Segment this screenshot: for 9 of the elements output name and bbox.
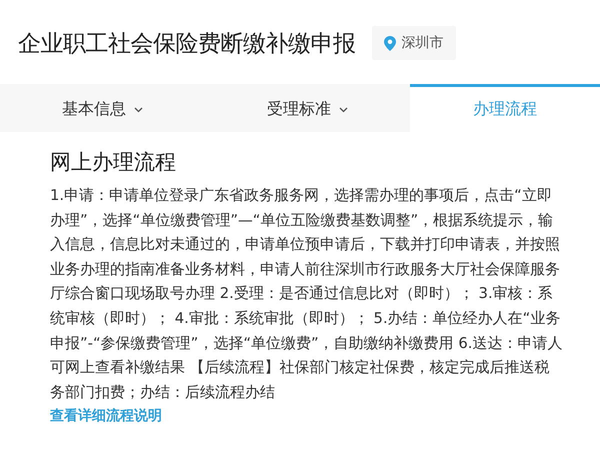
process-description: 1.申请：申请单位登录广东省政务服务网，选择需办理的事项后，点击“立即办理”，选择“单位缴费管理”—“单位五险缴费基数调整”，根据系统提示，输入信息，信息比对未通过的，申请单位预申请后，下载并打印申请表，并按照业务办理的指南准备业务材料，申请人前往深圳市行政服务大厅社会保障服务厅综合窗口现场取号办理 2.受理：是否通过信息比对（即时）； 3.审核：系统审核（即时）； 4.审批：系统审批（即时）； 5.办结：单位经办人在“业务申报”-“参保缴费管理”，选择“单位缴费”，自助缴纳补缴费用 6.送达：申请人可网上查看补缴结果 【后续流程】社保部门核定社保费，核定完成后推送税务部门扣费；办结：后续流程办结: [50, 186, 564, 403]
section-heading: 网上办理流程: [50, 149, 177, 176]
chevron-down-icon: [339, 106, 348, 112]
location-selector[interactable]: 深圳市: [372, 26, 456, 60]
location-pin-icon: [384, 36, 396, 50]
page-title: 企业职工社会保险费断缴补缴申报: [18, 30, 356, 58]
tab[interactable]: 受理标准: [205, 84, 410, 132]
tab[interactable]: 基本信息: [0, 84, 205, 132]
chevron-down-icon: [134, 106, 143, 112]
